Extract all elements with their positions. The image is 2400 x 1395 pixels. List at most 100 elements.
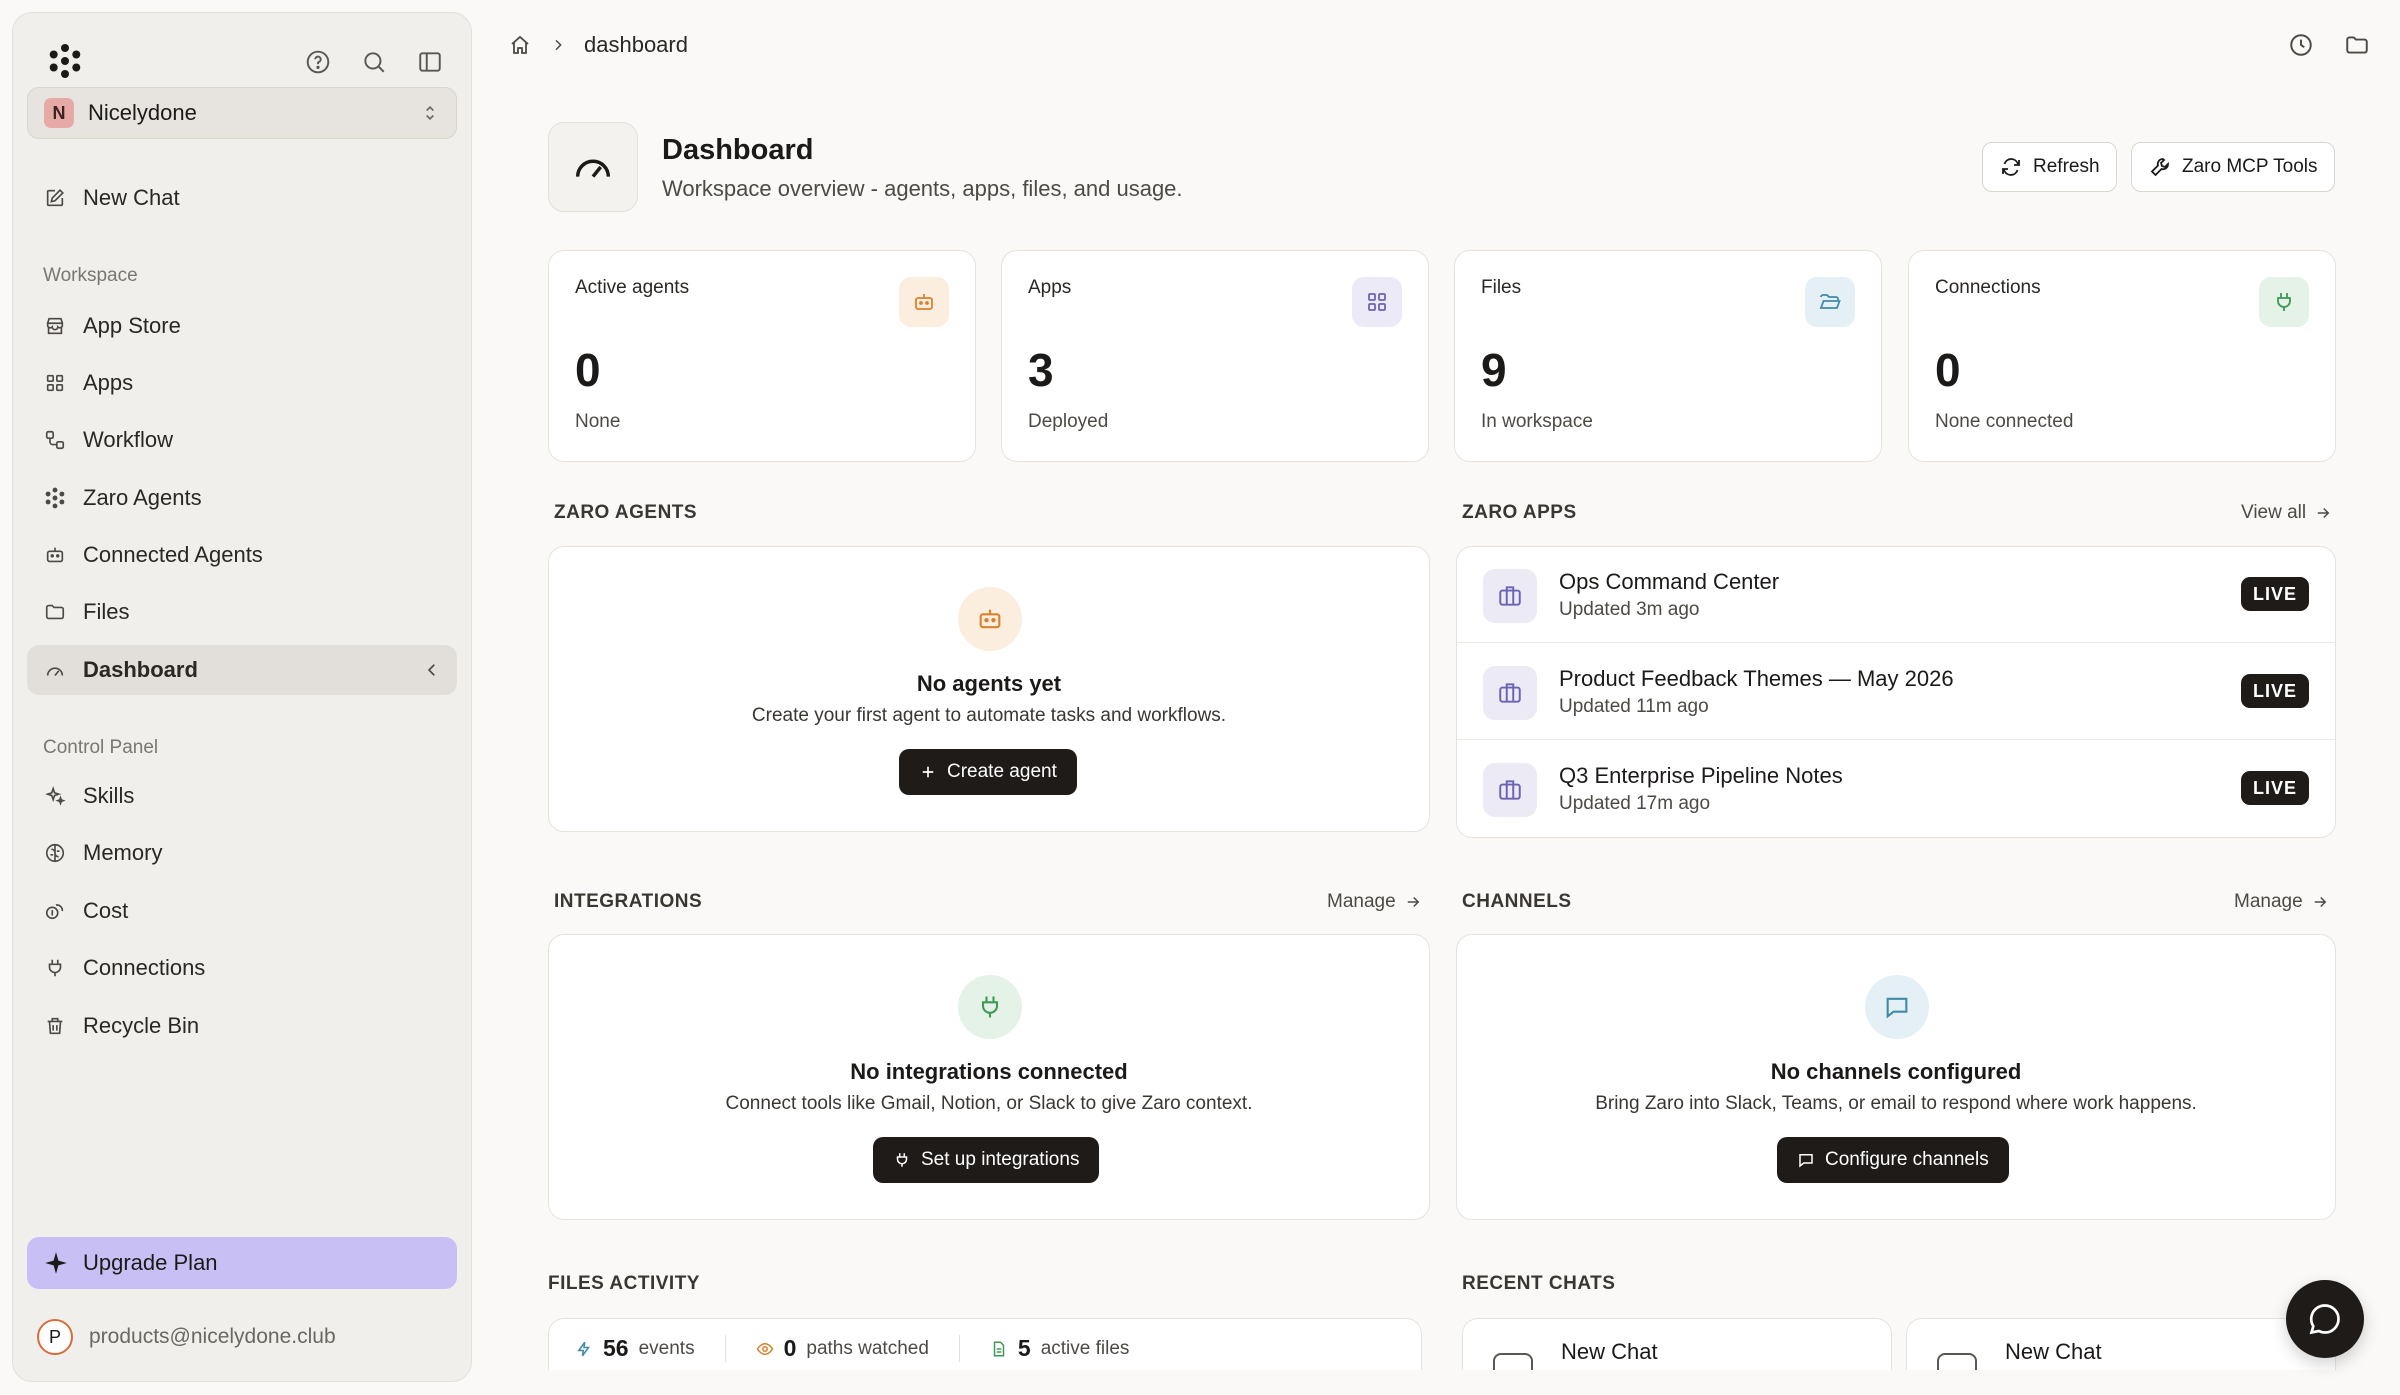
paths-watched-stat: 0 paths watched xyxy=(756,1335,960,1362)
sidebar-item-label: Files xyxy=(83,599,130,624)
history-icon[interactable] xyxy=(2288,32,2314,58)
manage-label: Manage xyxy=(1327,891,1396,912)
sidebar-item-workflow[interactable]: Workflow xyxy=(27,415,457,465)
top-actions xyxy=(2288,32,2370,58)
chevron-right-icon xyxy=(550,37,566,53)
workspace-switcher[interactable]: N Nicelydone xyxy=(27,87,457,139)
zaro-apps-section-title: ZARO APPS xyxy=(1462,502,1577,523)
view-all-apps-link[interactable]: View all xyxy=(2241,502,2332,524)
stat-card-files[interactable]: Files 9 In workspace xyxy=(1454,250,1882,462)
integrations-panel: No integrations connected Connect tools … xyxy=(548,934,1430,1220)
chevron-up-down-icon xyxy=(420,103,440,123)
app-name: Ops Command Center xyxy=(1559,569,1780,594)
zaro-apps-panel: Ops Command Center Updated 3m ago LIVE P… xyxy=(1456,546,2336,838)
sidebar-item-label: Apps xyxy=(83,370,134,395)
stat-label: Connections xyxy=(1935,277,2041,298)
upgrade-plan-label: Upgrade Plan xyxy=(83,1250,218,1275)
sidebar-item-label: Cost xyxy=(83,898,129,923)
sidebar-item-label: Dashboard xyxy=(83,657,198,682)
sidebar-item-label: App Store xyxy=(83,313,181,338)
sidebar-item-label: Connections xyxy=(83,955,206,980)
stat-value: 0 xyxy=(1935,344,1961,396)
sidebar-item-apps[interactable]: Apps xyxy=(27,358,457,408)
app-name: Q3 Enterprise Pipeline Notes xyxy=(1559,763,1843,788)
folder-icon[interactable] xyxy=(2344,32,2370,58)
sidebar-item-label: Memory xyxy=(83,840,163,865)
eye-icon xyxy=(756,1340,774,1358)
configure-channels-button[interactable]: Configure channels xyxy=(1777,1137,2009,1183)
new-chat-button[interactable]: New Chat xyxy=(27,173,457,223)
sidebar-item-label: Connected Agents xyxy=(83,542,263,567)
sidebar-item-connections[interactable]: Connections xyxy=(27,943,457,993)
stat-value: 9 xyxy=(1481,344,1507,396)
sidebar-item-dashboard[interactable]: Dashboard xyxy=(27,645,457,695)
logo-icon[interactable] xyxy=(47,43,83,79)
set-up-integrations-button[interactable]: Set up integrations xyxy=(873,1137,1100,1183)
stat-card-apps[interactable]: Apps 3 Deployed xyxy=(1001,250,1429,462)
stat-label: Active agents xyxy=(575,277,690,298)
stat-sub: Deployed xyxy=(1028,411,1109,432)
manage-channels-link[interactable]: Manage xyxy=(2234,891,2329,913)
workflow-icon xyxy=(43,428,67,452)
sidebar-toggle-icon[interactable] xyxy=(413,45,447,79)
list-item[interactable]: Product Feedback Themes — May 2026 Updat… xyxy=(1457,644,2335,740)
upgrade-plan-button[interactable]: Upgrade Plan xyxy=(27,1237,457,1289)
home-icon[interactable] xyxy=(508,33,532,57)
folder-icon xyxy=(43,600,67,624)
message-square-icon xyxy=(1797,1151,1815,1169)
channels-section-title: CHANNELS xyxy=(1462,891,1572,912)
dashboard-icon xyxy=(548,122,638,212)
sidebar-item-files[interactable]: Files xyxy=(27,587,457,637)
refresh-button[interactable]: Refresh xyxy=(1982,142,2117,192)
page-title: Dashboard xyxy=(662,134,814,166)
stat-card-active-agents[interactable]: Active agents 0 None xyxy=(548,250,976,462)
stat-sub: In workspace xyxy=(1481,411,1593,432)
trash-icon xyxy=(43,1014,67,1038)
sidebar-item-app-store[interactable]: App Store xyxy=(27,301,457,351)
app-updated: Updated 3m ago xyxy=(1559,599,1700,620)
sidebar-item-skills[interactable]: Skills xyxy=(27,771,457,821)
briefcase-icon xyxy=(1483,569,1537,623)
list-item[interactable]: Ops Command Center Updated 3m ago LIVE xyxy=(1457,547,2335,643)
grid-icon xyxy=(1352,277,1402,327)
sidebar-item-cost[interactable]: Cost xyxy=(27,886,457,936)
refresh-label: Refresh xyxy=(2033,156,2100,177)
app-name: Product Feedback Themes — May 2026 xyxy=(1559,666,1954,691)
paths-value: 0 xyxy=(783,1335,797,1361)
search-icon[interactable] xyxy=(357,45,391,79)
configure-channels-label: Configure channels xyxy=(1825,1149,1989,1170)
chevron-left-icon[interactable] xyxy=(423,661,441,679)
empty-state-title: No agents yet xyxy=(916,671,1062,696)
create-agent-button[interactable]: Create agent xyxy=(899,749,1077,795)
grid-icon xyxy=(43,371,67,395)
sidebar-item-zaro-agents[interactable]: Zaro Agents xyxy=(27,473,457,523)
robot-icon xyxy=(958,587,1022,651)
bolt-icon xyxy=(575,1340,593,1358)
list-item[interactable]: Q3 Enterprise Pipeline Notes Updated 17m… xyxy=(1457,741,2335,837)
recent-chats-section-title: RECENT CHATS xyxy=(1462,1273,1616,1294)
sidebar-item-memory[interactable]: Memory xyxy=(27,828,457,878)
plug-icon xyxy=(893,1151,911,1169)
zaro-agents-panel: No agents yet Create your first agent to… xyxy=(548,546,1430,832)
sidebar-item-recycle-bin[interactable]: Recycle Bin xyxy=(27,1001,457,1051)
manage-integrations-link[interactable]: Manage xyxy=(1327,891,1422,913)
robot-icon xyxy=(43,543,67,567)
arrow-right-icon xyxy=(2311,893,2329,911)
manage-label: Manage xyxy=(2234,891,2303,912)
sidebar-item-label: Skills xyxy=(83,783,135,808)
gauge-icon xyxy=(43,658,67,682)
help-icon[interactable] xyxy=(301,45,335,79)
stat-card-connections[interactable]: Connections 0 None connected xyxy=(1908,250,2336,462)
chat-title: New Chat xyxy=(2005,1339,2102,1364)
sidebar-item-connected-agents[interactable]: Connected Agents xyxy=(27,530,457,580)
chat-title: New Chat xyxy=(1561,1339,1658,1364)
app-updated: Updated 11m ago xyxy=(1559,696,1709,717)
brain-icon xyxy=(43,841,67,865)
zaro-agents-section-title: ZARO AGENTS xyxy=(554,502,698,523)
account-menu[interactable]: P products@nicelydone.club xyxy=(37,1319,336,1355)
plug-icon xyxy=(2259,277,2309,327)
workspace-section-label: Workspace xyxy=(43,265,138,286)
chat-assistant-button[interactable] xyxy=(2286,1280,2364,1358)
zaro-mcp-tools-button[interactable]: Zaro MCP Tools xyxy=(2131,142,2335,192)
stat-value: 0 xyxy=(575,344,601,396)
